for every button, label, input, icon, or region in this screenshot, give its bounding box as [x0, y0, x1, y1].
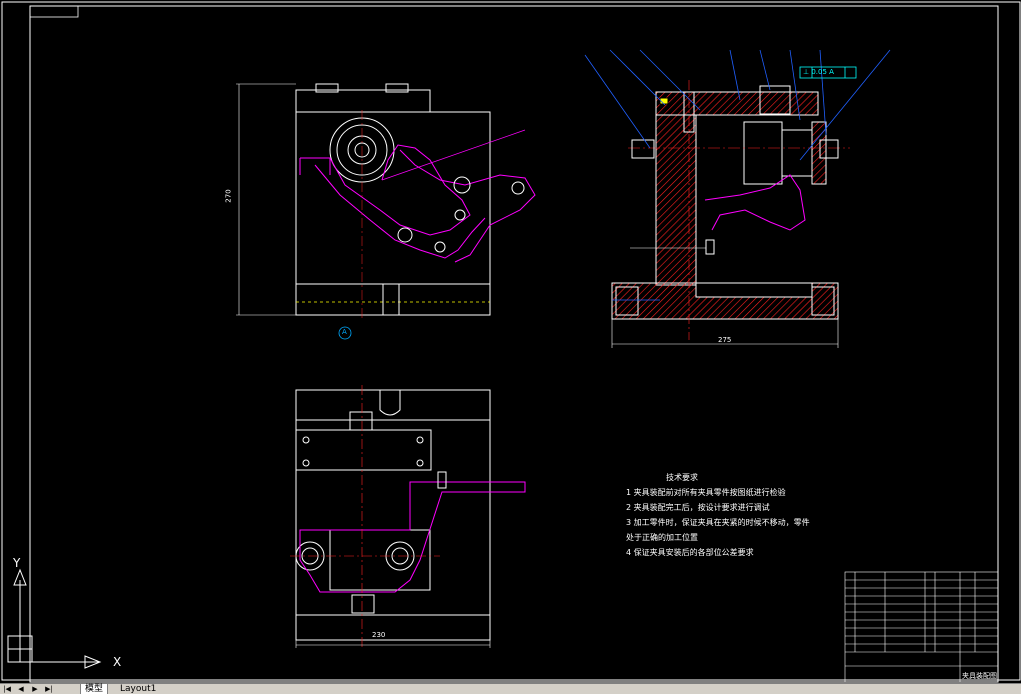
tech-req-4: 4 保证夹具安装后的各部位公差要求: [626, 548, 754, 557]
layout-tab-bar: |◀ ◀ ▶ ▶| 模型 Layout1: [0, 683, 1021, 694]
tech-req-2: 2 夹具装配完工后，按设计要求进行调试: [626, 503, 770, 512]
dimension-270: 270: [224, 189, 233, 203]
tech-req-3b: 处于正确的加工位置: [626, 533, 698, 542]
prev-tab-button[interactable]: ◀: [16, 685, 26, 693]
tolerance-frame: ⊥ 0.05 A: [803, 68, 834, 76]
section-marker: A: [342, 328, 347, 336]
title-block: [844, 571, 999, 683]
front-view[interactable]: [236, 83, 536, 340]
plan-view[interactable]: [290, 385, 526, 650]
technical-requirements: 技术要求 1 夹具装配前对所有夹具零件按图纸进行检验 2 夹具装配完工后，按设计…: [626, 470, 810, 560]
ucs-y-label: Y: [13, 556, 21, 570]
tech-req-3: 3 加工零件时，保证夹具在夹紧的时候不移动，零件: [626, 518, 810, 527]
side-section-view[interactable]: [584, 49, 891, 348]
tech-req-1: 1 夹具装配前对所有夹具零件按图纸进行检验: [626, 488, 786, 497]
dimension-275: 275: [718, 336, 732, 344]
title-block-name: 夹具装配图: [962, 672, 997, 680]
first-tab-button[interactable]: |◀: [2, 685, 12, 693]
ucs-x-label: X: [113, 655, 122, 669]
ucs-icon: [7, 568, 102, 669]
last-tab-button[interactable]: ▶|: [44, 685, 54, 693]
next-tab-button[interactable]: ▶: [30, 685, 40, 693]
dimension-230: 230: [372, 631, 386, 639]
tech-requirements-title: 技术要求: [666, 473, 698, 482]
drawing-canvas[interactable]: [0, 0, 1021, 693]
